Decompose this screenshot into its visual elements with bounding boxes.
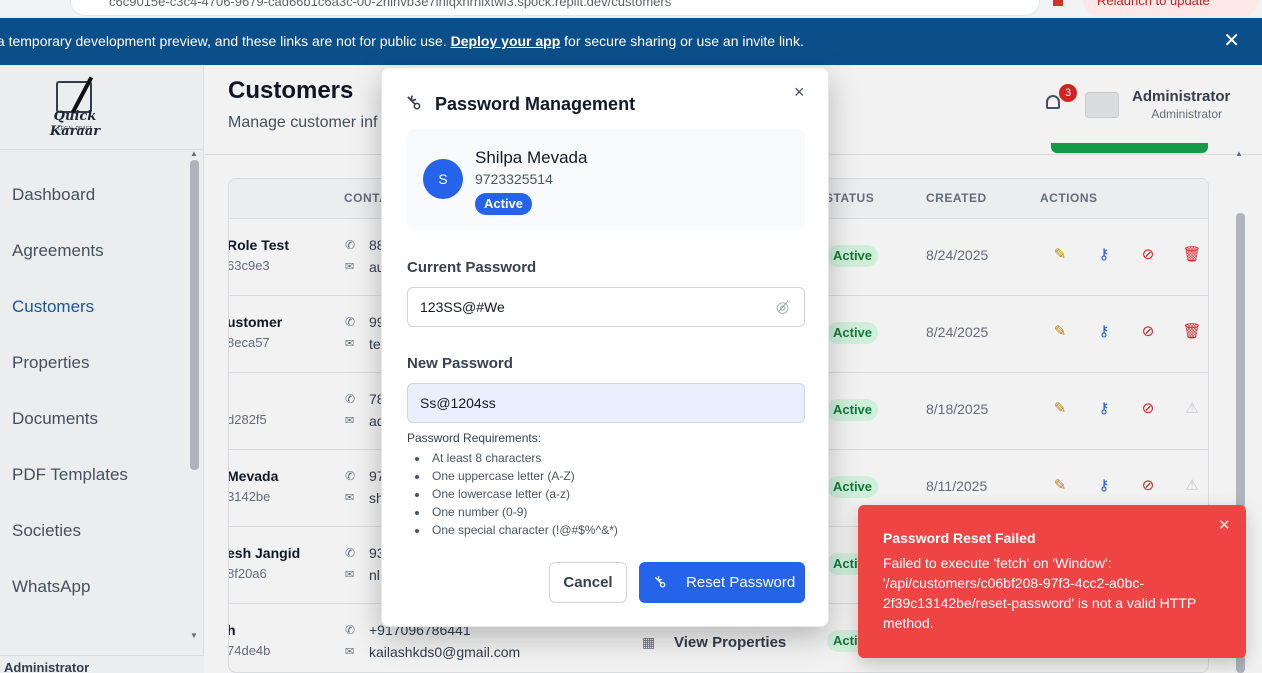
toast-title: Password Reset Failed xyxy=(883,530,1036,546)
error-toast: Password Reset Failed Failed to execute … xyxy=(858,505,1246,658)
new-password-label: New Password xyxy=(407,355,513,372)
list-item: One lowercase letter (a-z) xyxy=(415,485,618,503)
avatar: S xyxy=(423,159,463,199)
list-item: One special character (!@#$%^&*) xyxy=(415,521,618,539)
banner-text-after: for secure sharing or use an invite link… xyxy=(564,33,804,49)
list-item: One number (0-9) xyxy=(415,503,618,521)
close-icon[interactable]: ✕ xyxy=(1218,516,1231,534)
reset-password-button[interactable]: ⚷ Reset Password xyxy=(639,562,805,603)
key-icon: ⚷ xyxy=(650,572,671,593)
current-password-label: Current Password xyxy=(407,259,537,276)
reset-password-label: Reset Password xyxy=(686,574,796,591)
close-icon[interactable]: × xyxy=(794,82,805,103)
eye-off-icon[interactable]: ◎̸ xyxy=(776,298,789,316)
dialog-title: Password Management xyxy=(435,94,636,114)
url-text: c6c9015e-c3c4-4706-9679-cad66b1c6a3c-00-… xyxy=(109,0,672,9)
customer-name: Shilpa Mevada xyxy=(475,148,588,167)
list-item: At least 8 characters xyxy=(415,449,618,467)
list-item: One uppercase letter (A-Z) xyxy=(415,467,618,485)
address-bar[interactable]: c6c9015e-c3c4-4706-9679-cad66b1c6a3c-00-… xyxy=(70,0,1040,16)
status-badge: Active xyxy=(475,193,533,215)
new-password-field[interactable] xyxy=(407,383,805,423)
toast-message: Failed to execute 'fetch' on 'Window': '… xyxy=(883,555,1196,631)
banner-close-icon[interactable]: ✕ xyxy=(1223,18,1240,65)
extension-icon[interactable] xyxy=(1053,0,1063,6)
requirements-list: At least 8 characters One uppercase lett… xyxy=(415,449,618,539)
requirements-title: Password Requirements: xyxy=(407,431,542,445)
customer-card: S Shilpa Mevada 9723325514 Active xyxy=(407,129,805,230)
browser-chrome: c6c9015e-c3c4-4706-9679-cad66b1c6a3c-00-… xyxy=(0,0,1262,18)
customer-phone: 9723325514 xyxy=(475,171,553,187)
cancel-button[interactable]: Cancel xyxy=(549,562,627,603)
relaunch-button[interactable]: Relaunch to update xyxy=(1083,0,1258,16)
banner-message: s a temporary development preview, and t… xyxy=(0,18,804,65)
password-management-dialog: ⚷ Password Management × S Shilpa Mevada … xyxy=(381,67,829,627)
current-password-field[interactable] xyxy=(407,287,805,327)
key-icon: ⚷ xyxy=(400,89,427,116)
deploy-link[interactable]: Deploy your app xyxy=(451,33,561,49)
preview-banner: s a temporary development preview, and t… xyxy=(0,18,1262,65)
banner-text-before: s a temporary development preview, and t… xyxy=(0,33,447,49)
